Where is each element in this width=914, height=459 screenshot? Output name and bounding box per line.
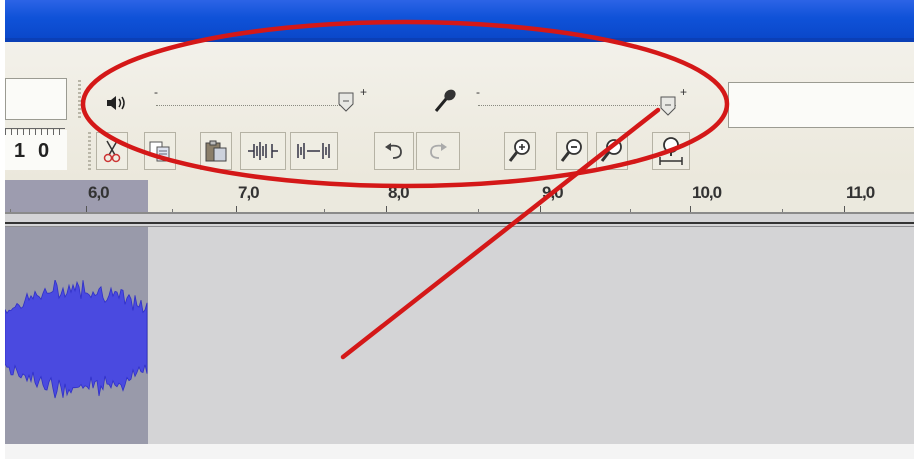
- trim-button[interactable]: [240, 132, 286, 170]
- trim-icon: [246, 140, 280, 162]
- audio-editor-window: { "left_counter": {"digits": ["1", "0"]}…: [0, 0, 914, 459]
- redo-button[interactable]: [416, 132, 460, 170]
- ruler-label: 8,0: [388, 183, 410, 202]
- ruler-label: 9,0: [542, 183, 564, 202]
- ruler-label: 11,0: [846, 183, 875, 202]
- toolbar-grip[interactable]: [78, 80, 81, 120]
- cut-icon: [101, 139, 123, 163]
- counter-digit: 0: [38, 140, 50, 162]
- cut-button[interactable]: [96, 132, 128, 170]
- paste-icon: [204, 139, 228, 163]
- fit-selection-button[interactable]: [596, 132, 628, 170]
- toolbar-grip[interactable]: [88, 132, 91, 170]
- mic-plus: +: [680, 85, 688, 99]
- window-titlebar: [5, 0, 914, 40]
- silence-button[interactable]: [290, 132, 338, 170]
- microphone-icon: [430, 86, 460, 116]
- paste-button[interactable]: [200, 132, 232, 170]
- mic-slider-thumb[interactable]: [660, 96, 676, 116]
- ruler-label: 10,0: [692, 183, 722, 202]
- counter-ruler: [5, 128, 65, 135]
- mic-minus: -: [476, 85, 480, 99]
- silence-icon: [296, 140, 332, 162]
- ruler-selection: [5, 180, 148, 212]
- fit-project-icon: [658, 136, 684, 166]
- counter-digit: 1: [14, 140, 26, 162]
- track-footer: [5, 444, 914, 459]
- undo-icon: [383, 142, 405, 160]
- fit-project-button[interactable]: [652, 132, 690, 170]
- copy-icon: [148, 139, 172, 163]
- meter-box: [5, 78, 67, 120]
- copy-button[interactable]: [144, 132, 176, 170]
- volume-slider-thumb[interactable]: [338, 92, 354, 112]
- mic-slider-track[interactable]: [478, 103, 676, 106]
- zoom-in-button[interactable]: [504, 132, 536, 170]
- redo-icon: [427, 142, 449, 160]
- speaker-icon: [104, 92, 130, 114]
- zoom-out-button[interactable]: [556, 132, 588, 170]
- ruler-label: 6,0: [88, 183, 110, 202]
- zoom-in-icon: [508, 138, 532, 164]
- device-box: [728, 82, 914, 128]
- track-border: [5, 222, 914, 224]
- waveform: [5, 280, 148, 399]
- volume-plus: +: [360, 85, 368, 99]
- zoom-out-icon: [560, 138, 584, 164]
- fit-selection-icon: [600, 138, 624, 164]
- volume-slider-track[interactable]: [156, 103, 352, 106]
- volume-minus: -: [154, 85, 158, 99]
- ruler-label: 7,0: [238, 183, 260, 202]
- undo-button[interactable]: [374, 132, 414, 170]
